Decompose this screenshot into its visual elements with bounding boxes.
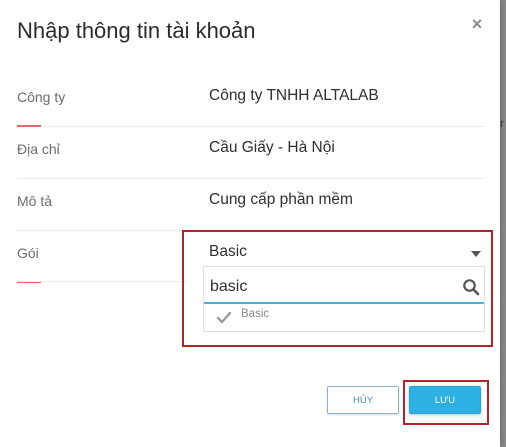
account-info-dialog: Nhập thông tin tài khoản × Công ty Công … xyxy=(0,0,500,447)
package-option-label: Basic xyxy=(241,308,270,320)
chevron-down-icon xyxy=(471,251,481,257)
backdrop-text-fragment: r xyxy=(500,118,504,130)
address-row: Địa chỉ Cầu Giấy - Hà Nội xyxy=(17,127,485,179)
search-icon[interactable] xyxy=(462,278,480,296)
package-selected-value: Basic xyxy=(209,243,247,260)
company-value: Công ty TNHH ALTALAB xyxy=(209,87,379,104)
package-search-box xyxy=(204,270,484,304)
description-label: Mô tả xyxy=(17,193,53,209)
package-label-accent xyxy=(17,281,41,283)
company-row: Công ty Công ty TNHH ALTALAB xyxy=(17,75,485,127)
save-button[interactable]: LƯU xyxy=(409,386,481,414)
address-label: Địa chỉ xyxy=(17,141,60,157)
package-select[interactable]: Basic xyxy=(209,238,485,268)
description-row: Mô tả Cung cấp phần mềm xyxy=(17,179,485,231)
dialog-title: Nhập thông tin tài khoản xyxy=(17,18,256,43)
package-option-basic[interactable]: Basic xyxy=(204,305,484,329)
cancel-button[interactable]: HỦY xyxy=(327,386,399,414)
address-value: Cầu Giấy - Hà Nội xyxy=(209,139,335,156)
company-label: Công ty xyxy=(17,89,66,105)
description-value: Cung cấp phần mềm xyxy=(209,191,353,208)
package-search-input[interactable] xyxy=(210,274,450,300)
package-label: Gói xyxy=(17,245,39,261)
check-icon xyxy=(216,311,232,324)
account-form: Công ty Công ty TNHH ALTALAB Địa chỉ Cầu… xyxy=(17,75,485,283)
close-icon[interactable]: × xyxy=(468,12,486,36)
package-dropdown: Basic xyxy=(203,266,485,332)
backdrop xyxy=(500,0,506,447)
